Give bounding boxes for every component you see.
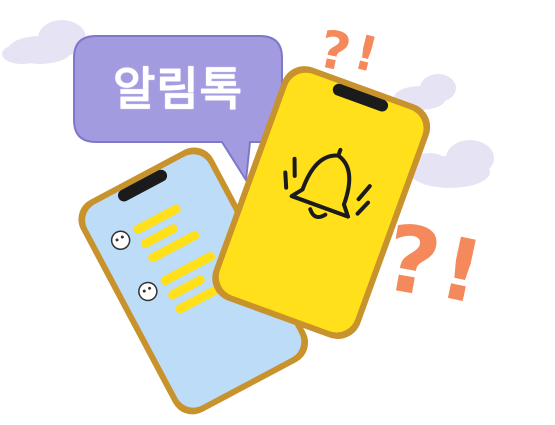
question-exclamation-large: ? ! [377, 204, 491, 324]
question-exclamation-small: ? ! [314, 19, 384, 84]
bubble-label: 알림톡 [113, 62, 243, 116]
illustration: ? ! ? ! 알림톡 [0, 0, 555, 421]
